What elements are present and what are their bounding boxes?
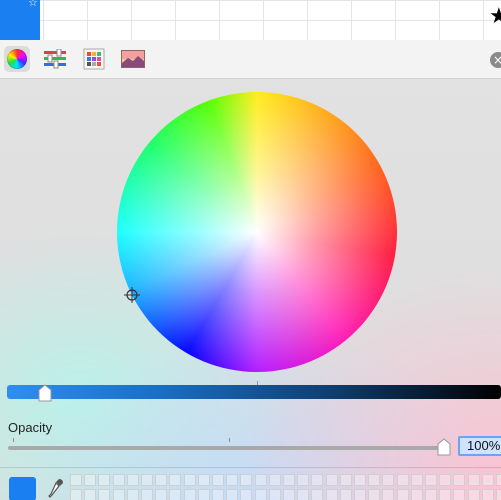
swatch-cell[interactable] [439,489,452,500]
opacity-slider[interactable] [8,446,450,450]
swatch-cell[interactable] [98,474,111,486]
swatch-cell[interactable] [112,489,125,500]
image-palettes-tab[interactable] [120,46,146,72]
swatch-cell[interactable] [183,474,196,486]
color-picker-crosshair[interactable] [124,287,140,303]
swatch-cell[interactable] [467,474,480,486]
swatch-cell[interactable] [112,474,125,486]
swatch-cell[interactable] [197,489,210,500]
background-app-strip: ☆ ★ [0,0,501,40]
swatch-cell[interactable] [396,474,409,486]
swatch-cell[interactable] [325,489,338,500]
swatch-cell[interactable] [382,474,395,486]
swatch-cell[interactable] [254,474,267,486]
swatch-cell[interactable] [496,489,501,500]
current-color-swatch[interactable] [9,477,36,500]
swatch-cell[interactable] [425,489,437,500]
swatch-cell[interactable] [396,489,409,500]
swatch-cell[interactable] [354,489,366,500]
swatch-cell[interactable] [297,474,310,486]
swatch-cell[interactable] [425,474,437,486]
swatch-cell[interactable] [212,489,224,500]
brightness-slider-knob[interactable] [38,384,52,402]
swatch-cell[interactable] [126,474,139,486]
swatch-cell[interactable] [311,489,324,500]
close-icon[interactable]: × [490,52,501,68]
opacity-tick [13,438,14,442]
swatch-cell[interactable] [453,489,466,500]
swatch-cell[interactable] [169,489,182,500]
color-palettes-tab[interactable] [81,46,107,72]
swatch-cell[interactable] [226,474,239,486]
swatch-cell[interactable] [240,474,253,486]
color-wheel[interactable] [117,92,397,372]
opacity-value-field[interactable]: 100% [458,436,501,456]
swatch-cell[interactable] [325,474,338,486]
star-icon: ★ [489,4,501,29]
palette-grid-icon [83,48,105,70]
swatch-cell[interactable] [410,474,423,486]
divider [0,467,501,468]
mode-toolbar: × [0,40,501,79]
swatch-cell[interactable] [354,474,366,486]
color-sliders-tab[interactable] [42,46,68,72]
swatch-cell[interactable] [481,489,494,500]
star-outline-icon: ☆ [28,0,38,9]
swatch-cell[interactable] [169,474,182,486]
color-wheel-tab[interactable] [4,46,30,72]
swatch-cell[interactable] [339,474,352,486]
swatch-cell[interactable] [268,474,281,486]
swatch-cell[interactable] [368,474,381,486]
swatch-cell[interactable] [84,474,97,486]
opacity-slider-knob[interactable] [437,438,451,456]
swatch-cell[interactable] [453,474,466,486]
swatch-cell[interactable] [70,489,82,500]
swatch-cell[interactable] [268,489,281,500]
eyedropper-icon[interactable] [48,478,64,500]
swatch-cell[interactable] [311,474,324,486]
swatch-cell[interactable] [467,489,480,500]
swatch-cell[interactable] [226,489,239,500]
swatch-cell[interactable] [84,489,97,500]
swatch-cell[interactable] [382,489,395,500]
swatch-cell[interactable] [254,489,267,500]
color-wheel-icon [7,49,27,69]
swatch-cell[interactable] [339,489,352,500]
swatch-cell[interactable] [283,474,295,486]
swatch-cell[interactable] [183,489,196,500]
custom-color-swatches [70,474,501,500]
swatch-cell[interactable] [439,474,452,486]
swatch-cell[interactable] [240,489,253,500]
swatch-cell[interactable] [283,489,295,500]
sliders-icon [44,49,66,69]
swatch-cell[interactable] [212,474,224,486]
opacity-label: Opacity [8,420,53,435]
opacity-tick [229,438,230,442]
swatch-cell[interactable] [126,489,139,500]
swatch-cell[interactable] [410,489,423,500]
swatch-cell[interactable] [98,489,111,500]
swatch-cell[interactable] [297,489,310,500]
swatch-cell[interactable] [197,474,210,486]
image-icon [121,50,145,68]
swatch-cell[interactable] [496,474,501,486]
swatch-cell[interactable] [70,474,82,486]
swatch-cell[interactable] [481,474,494,486]
brightness-slider[interactable] [7,385,501,399]
swatch-cell[interactable] [141,489,153,500]
swatch-cell[interactable] [155,474,168,486]
swatch-cell[interactable] [368,489,381,500]
swatch-cell[interactable] [155,489,168,500]
colors-panel: × Opacity 100% [0,40,501,500]
swatch-cell[interactable] [141,474,153,486]
